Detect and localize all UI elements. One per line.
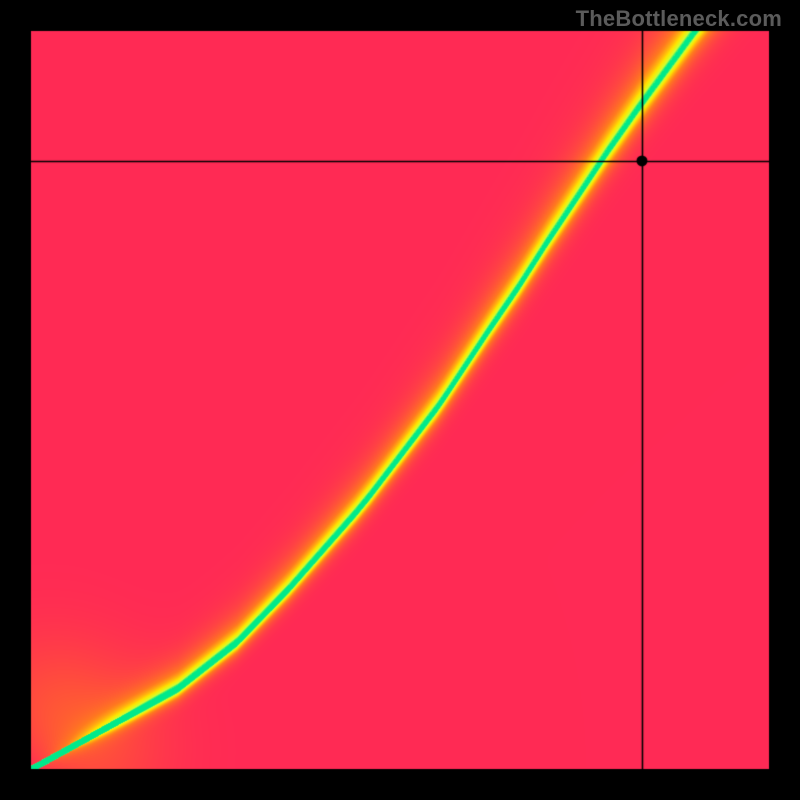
watermark-text: TheBottleneck.com	[576, 6, 782, 32]
bottleneck-heatmap	[30, 30, 770, 770]
chart-stage: TheBottleneck.com	[0, 0, 800, 800]
